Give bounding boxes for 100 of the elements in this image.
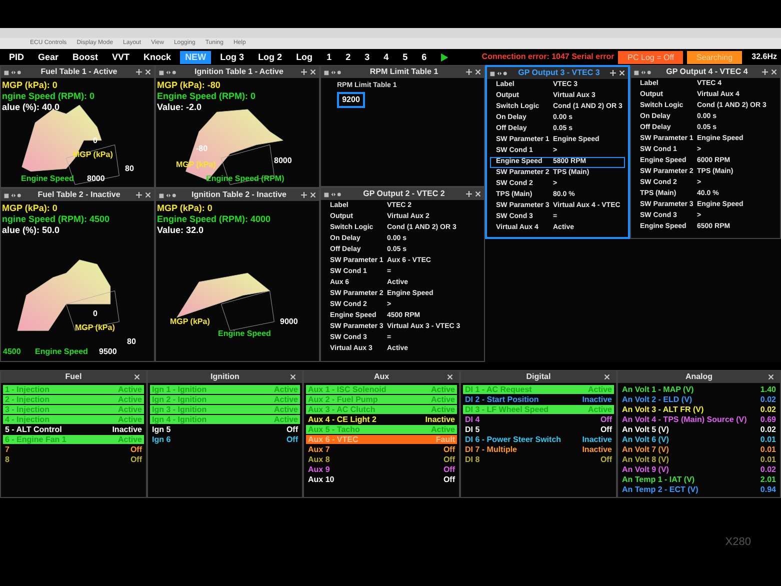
axis-label: 8000 — [274, 156, 292, 165]
channel-status: Fault — [436, 435, 455, 444]
channel-name: 1 - Injection — [5, 385, 50, 394]
channel-status: 0.02 — [760, 465, 776, 474]
close-icon[interactable] — [145, 192, 151, 198]
channel-name: An Volt 2 - ELD (V) — [622, 395, 692, 404]
window-tools-icon[interactable] — [634, 68, 652, 76]
channel-status: Off — [130, 445, 142, 454]
toolbar-tab[interactable]: 3 — [360, 50, 375, 64]
axis-label: MGP (kPa) — [170, 317, 210, 326]
window-tools-icon[interactable] — [490, 70, 508, 76]
channel-status: Active — [274, 415, 298, 424]
close-icon[interactable] — [290, 374, 296, 380]
channel-status: Off — [600, 425, 612, 434]
channel-name: An Volt 5 (V) — [622, 425, 669, 434]
panel-title: Ignition — [210, 371, 240, 383]
channel-name: Ign 1 - Ignition — [152, 385, 207, 394]
pin-icon[interactable] — [466, 69, 472, 75]
channel-name: DI 1 - AC Request — [465, 385, 532, 394]
channel-status: Active — [118, 405, 142, 414]
close-icon[interactable] — [145, 69, 151, 75]
pin-icon[interactable] — [610, 70, 616, 76]
channel-name: Aux 7 — [308, 445, 330, 454]
channel-status: Off — [286, 425, 298, 434]
channel-name: DI 8 — [465, 455, 480, 464]
close-icon[interactable] — [604, 374, 610, 380]
channel-name: 7 — [5, 445, 10, 454]
close-icon[interactable] — [771, 69, 777, 75]
close-icon[interactable] — [475, 69, 481, 75]
channel-status: Off — [600, 455, 612, 464]
readout-text: alue (%): 40.0 — [2, 102, 61, 113]
window-tools-icon[interactable] — [324, 68, 342, 76]
readout-text: Value: -2.0 — [157, 102, 203, 113]
rpm-limit-value-field[interactable]: 9200 — [337, 92, 365, 108]
axis-label: Engine Speed — [35, 347, 88, 356]
channel-name: DI 4 — [465, 415, 480, 424]
close-icon[interactable] — [134, 374, 140, 380]
toolbar-tab[interactable]: PID — [4, 50, 30, 64]
toolbar-tab[interactable]: 6 — [416, 50, 432, 64]
toolbar-tab[interactable]: Knock — [138, 50, 176, 64]
pin-icon[interactable] — [136, 69, 142, 75]
channel-name: 5 - ALT Control — [5, 425, 62, 434]
pin-icon[interactable] — [136, 192, 142, 198]
toolbar-tab[interactable]: 5 — [398, 50, 413, 64]
close-icon[interactable] — [768, 374, 774, 380]
channel-name: Aux 5 - Tacho — [308, 425, 360, 434]
window-tools-icon[interactable] — [4, 192, 22, 198]
channel-status: 2.01 — [760, 475, 776, 484]
channel-status: Inactive — [582, 395, 612, 404]
toolbar-tab[interactable]: 4 — [378, 50, 394, 64]
axis-label: Engine Speed — [21, 174, 74, 183]
window-tools-icon[interactable] — [324, 190, 342, 198]
toolbar-tab[interactable]: Log 2 — [253, 50, 288, 64]
channel-name: An Temp 1 - IAT (V) — [622, 475, 695, 484]
close-icon[interactable] — [310, 69, 316, 75]
channel-status: Inactive — [582, 445, 612, 454]
close-icon[interactable] — [619, 70, 625, 76]
play-icon[interactable] — [440, 52, 448, 62]
pin-icon[interactable] — [301, 192, 307, 198]
close-icon[interactable] — [447, 374, 453, 380]
channel-name: 8 — [5, 455, 10, 464]
toolbar-tab[interactable]: VVT — [107, 50, 135, 64]
axis-label: 8000 — [87, 174, 105, 183]
pin-icon[interactable] — [466, 191, 472, 197]
channel-name: An Volt 4 - TPS (Main) Source (V) — [622, 415, 747, 424]
toolbar-tab[interactable]: Gear — [33, 50, 64, 64]
axis-label: 9500 — [99, 347, 117, 356]
pin-icon[interactable] — [762, 69, 768, 75]
channel-name: Ign 2 - Ignition — [152, 395, 207, 404]
toolbar-tab[interactable]: Boost — [68, 50, 104, 64]
axis-label: 80 — [125, 164, 134, 173]
close-icon[interactable] — [475, 191, 481, 197]
axis-label: Engine Speed — [218, 329, 271, 338]
channel-name: Aux 9 — [308, 465, 330, 474]
channel-status: 0.02 — [760, 395, 776, 404]
channel-status: 0.01 — [760, 455, 776, 464]
channel-status: Active — [118, 415, 142, 424]
panel-title: RPM Limit Table 1 — [368, 66, 440, 78]
channel-status: Inactive — [582, 435, 612, 444]
channel-name: An Volt 1 - MAP (V) — [622, 385, 694, 394]
channel-name: An Volt 6 (V) — [622, 435, 669, 444]
channel-status: 0.94 — [760, 485, 776, 494]
window-tools-icon[interactable] — [159, 192, 177, 198]
channel-status: Inactive — [112, 425, 142, 434]
toolbar-tab[interactable]: Log — [291, 50, 318, 64]
readout-text: MGP (kPa): -80 — [157, 80, 222, 91]
channel-status: Off — [443, 455, 455, 464]
pin-icon[interactable] — [301, 69, 307, 75]
toolbar-tab[interactable]: 1 — [322, 50, 337, 64]
close-icon[interactable] — [310, 192, 316, 198]
panel-title: Fuel Table 1 - Active — [40, 66, 118, 78]
channel-status: Active — [588, 385, 612, 394]
window-tools-icon[interactable] — [4, 68, 22, 76]
readout-text: Value: 32.0 — [157, 225, 205, 236]
window-tools-icon[interactable] — [159, 68, 177, 76]
toolbar-tab[interactable]: 2 — [340, 50, 356, 64]
laptop-model-text: X280 — [725, 534, 751, 550]
connection-error-text: Connection error: 1047 Serial error — [482, 51, 614, 63]
toolbar-tab[interactable]: Log 3 — [215, 50, 250, 64]
channel-status: 1.40 — [760, 385, 776, 394]
